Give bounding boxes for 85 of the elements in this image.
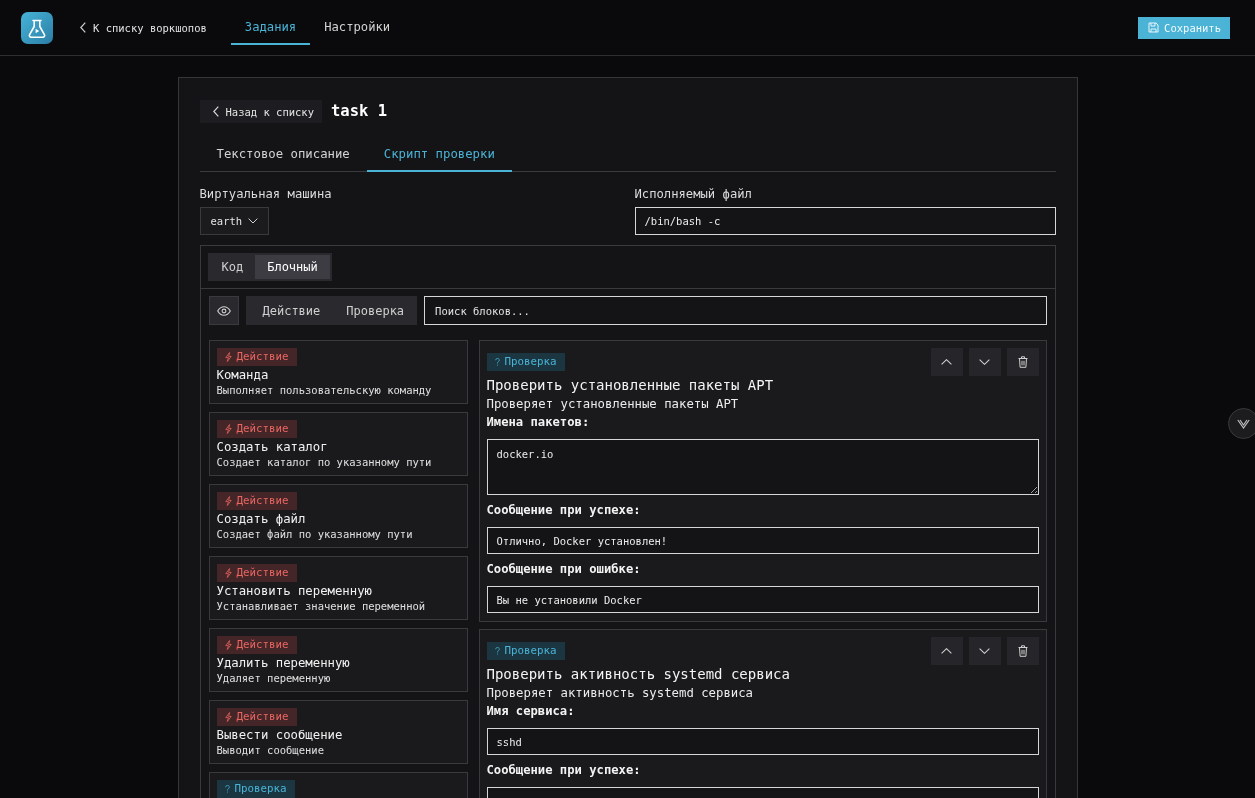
filter-tab[interactable]: Действие xyxy=(249,296,334,325)
block-type-badge: Проверка xyxy=(216,780,295,798)
block-type-badge: Действие xyxy=(216,564,297,582)
delete-button[interactable] xyxy=(1006,348,1039,376)
tab[interactable]: Скрипт проверки xyxy=(366,138,512,172)
lightning-icon xyxy=(224,424,232,434)
trash-icon xyxy=(1017,645,1028,657)
palette-item[interactable]: Проверка xyxy=(208,772,468,798)
save-icon xyxy=(1148,22,1160,33)
chevron-down-icon xyxy=(979,359,990,365)
field-label: Сообщение при успехе: xyxy=(486,502,642,518)
block-description: Удаляет переменную xyxy=(216,671,331,685)
field-label: Виртуальная машина xyxy=(199,186,332,202)
chevron-up-icon xyxy=(941,648,952,654)
nav-tab[interactable]: Настройки xyxy=(310,10,405,45)
preview-toggle-button[interactable] xyxy=(208,296,239,325)
block-type-badge: Проверка xyxy=(486,353,565,371)
block-title: Создать файл xyxy=(216,511,306,527)
block-description: Проверяет установленные пакеты APT xyxy=(486,396,740,413)
flask-logo-icon[interactable] xyxy=(21,11,53,44)
text-input[interactable]: Вы не установили Docker xyxy=(486,586,1039,613)
block-title: Удалить переменную xyxy=(216,655,350,671)
palette-item[interactable]: Действие Удалить переменную Удаляет переменную xyxy=(208,628,468,692)
lightning-icon xyxy=(224,712,232,722)
block-description: Выполняет пользовательскую команду xyxy=(216,383,432,397)
block-type-badge: Действие xyxy=(216,348,297,366)
move-down-button[interactable] xyxy=(968,348,1001,376)
search-field[interactable]: Поиск блоков... xyxy=(424,296,1047,325)
eye-icon xyxy=(216,305,231,316)
delete-button[interactable] xyxy=(1006,637,1039,665)
question-icon xyxy=(224,785,230,793)
textarea-field[interactable]: docker.io xyxy=(486,439,1039,495)
task-title: task 1 xyxy=(331,102,387,121)
block-title: Команда xyxy=(216,367,269,383)
block-title: Проверить активность systemd сервиса xyxy=(486,665,791,684)
lightning-icon xyxy=(224,568,232,578)
palette-item[interactable]: Действие Вывести сообщение Выводит сообщение xyxy=(208,700,468,764)
chevron-down-icon xyxy=(248,218,259,224)
chevron-down-icon xyxy=(1237,418,1250,429)
trash-icon xyxy=(1017,356,1028,368)
field-label: Исполняемый файл xyxy=(634,186,752,202)
move-down-button[interactable] xyxy=(968,637,1001,665)
lightning-icon xyxy=(224,352,232,362)
question-icon xyxy=(494,647,500,655)
chevron-up-icon xyxy=(941,359,952,365)
text-input[interactable]: Отлично, Docker установлен! xyxy=(486,527,1039,554)
field-label: Имена пакетов: xyxy=(486,414,591,430)
scroll-down-button[interactable] xyxy=(1228,408,1255,439)
question-icon xyxy=(494,358,500,366)
nav-tab[interactable]: Задания xyxy=(230,10,311,45)
chevron-left-icon xyxy=(212,106,219,117)
block-description: Создает каталог по указанному пути xyxy=(216,455,432,469)
mode-tab[interactable]: Код xyxy=(209,255,256,279)
block-description: Создает файл по указанному пути xyxy=(216,527,413,541)
block-type-badge: Действие xyxy=(216,492,297,510)
field-label: Сообщение при успехе: xyxy=(486,762,642,778)
lightning-icon xyxy=(224,640,232,650)
palette-item[interactable]: Действие Команда Выполняет пользовательскую команду xyxy=(208,340,468,404)
block-title: Вывести сообщение xyxy=(216,727,343,743)
mode-tab[interactable]: Блочный xyxy=(255,255,330,279)
block-title: Создать каталог xyxy=(216,439,328,455)
block-title: Установить переменную xyxy=(216,583,372,599)
palette-item[interactable]: Действие Создать каталог Создает каталог по указанному пути xyxy=(208,412,468,476)
executable-input[interactable]: /bin/bash -c xyxy=(634,207,1056,235)
back-link[interactable]: К списку воркшопов xyxy=(80,21,207,34)
block-type-badge: Действие xyxy=(216,708,297,726)
chevron-down-icon xyxy=(979,648,990,654)
text-input[interactable]: sshd xyxy=(486,728,1039,755)
vm-select[interactable]: earth xyxy=(199,207,270,235)
block-title: Проверить установленные пакеты APT xyxy=(486,376,775,395)
tab[interactable]: Текстовое описание xyxy=(199,138,367,172)
filter-tab[interactable]: Проверка xyxy=(333,296,418,325)
block-description: Выводит сообщение xyxy=(216,743,324,757)
field-label: Сообщение при ошибке: xyxy=(486,561,642,577)
chevron-left-icon xyxy=(80,22,86,33)
block-description: Устанавливает значение переменной xyxy=(216,599,426,613)
block-type-badge: Действие xyxy=(216,636,297,654)
field-label: Имя сервиса: xyxy=(486,703,576,719)
block-type-badge: Действие xyxy=(216,420,297,438)
palette-item[interactable]: Действие Создать файл Создает файл по указанному пути xyxy=(208,484,468,548)
palette-item[interactable]: Действие Установить переменную Устанавливает значение переменной xyxy=(208,556,468,620)
lightning-icon xyxy=(224,496,232,506)
block-type-badge: Проверка xyxy=(486,642,565,660)
back-button[interactable]: Назад к списку xyxy=(199,100,322,123)
block-description: Проверяет активность systemd сервиса xyxy=(486,685,755,702)
